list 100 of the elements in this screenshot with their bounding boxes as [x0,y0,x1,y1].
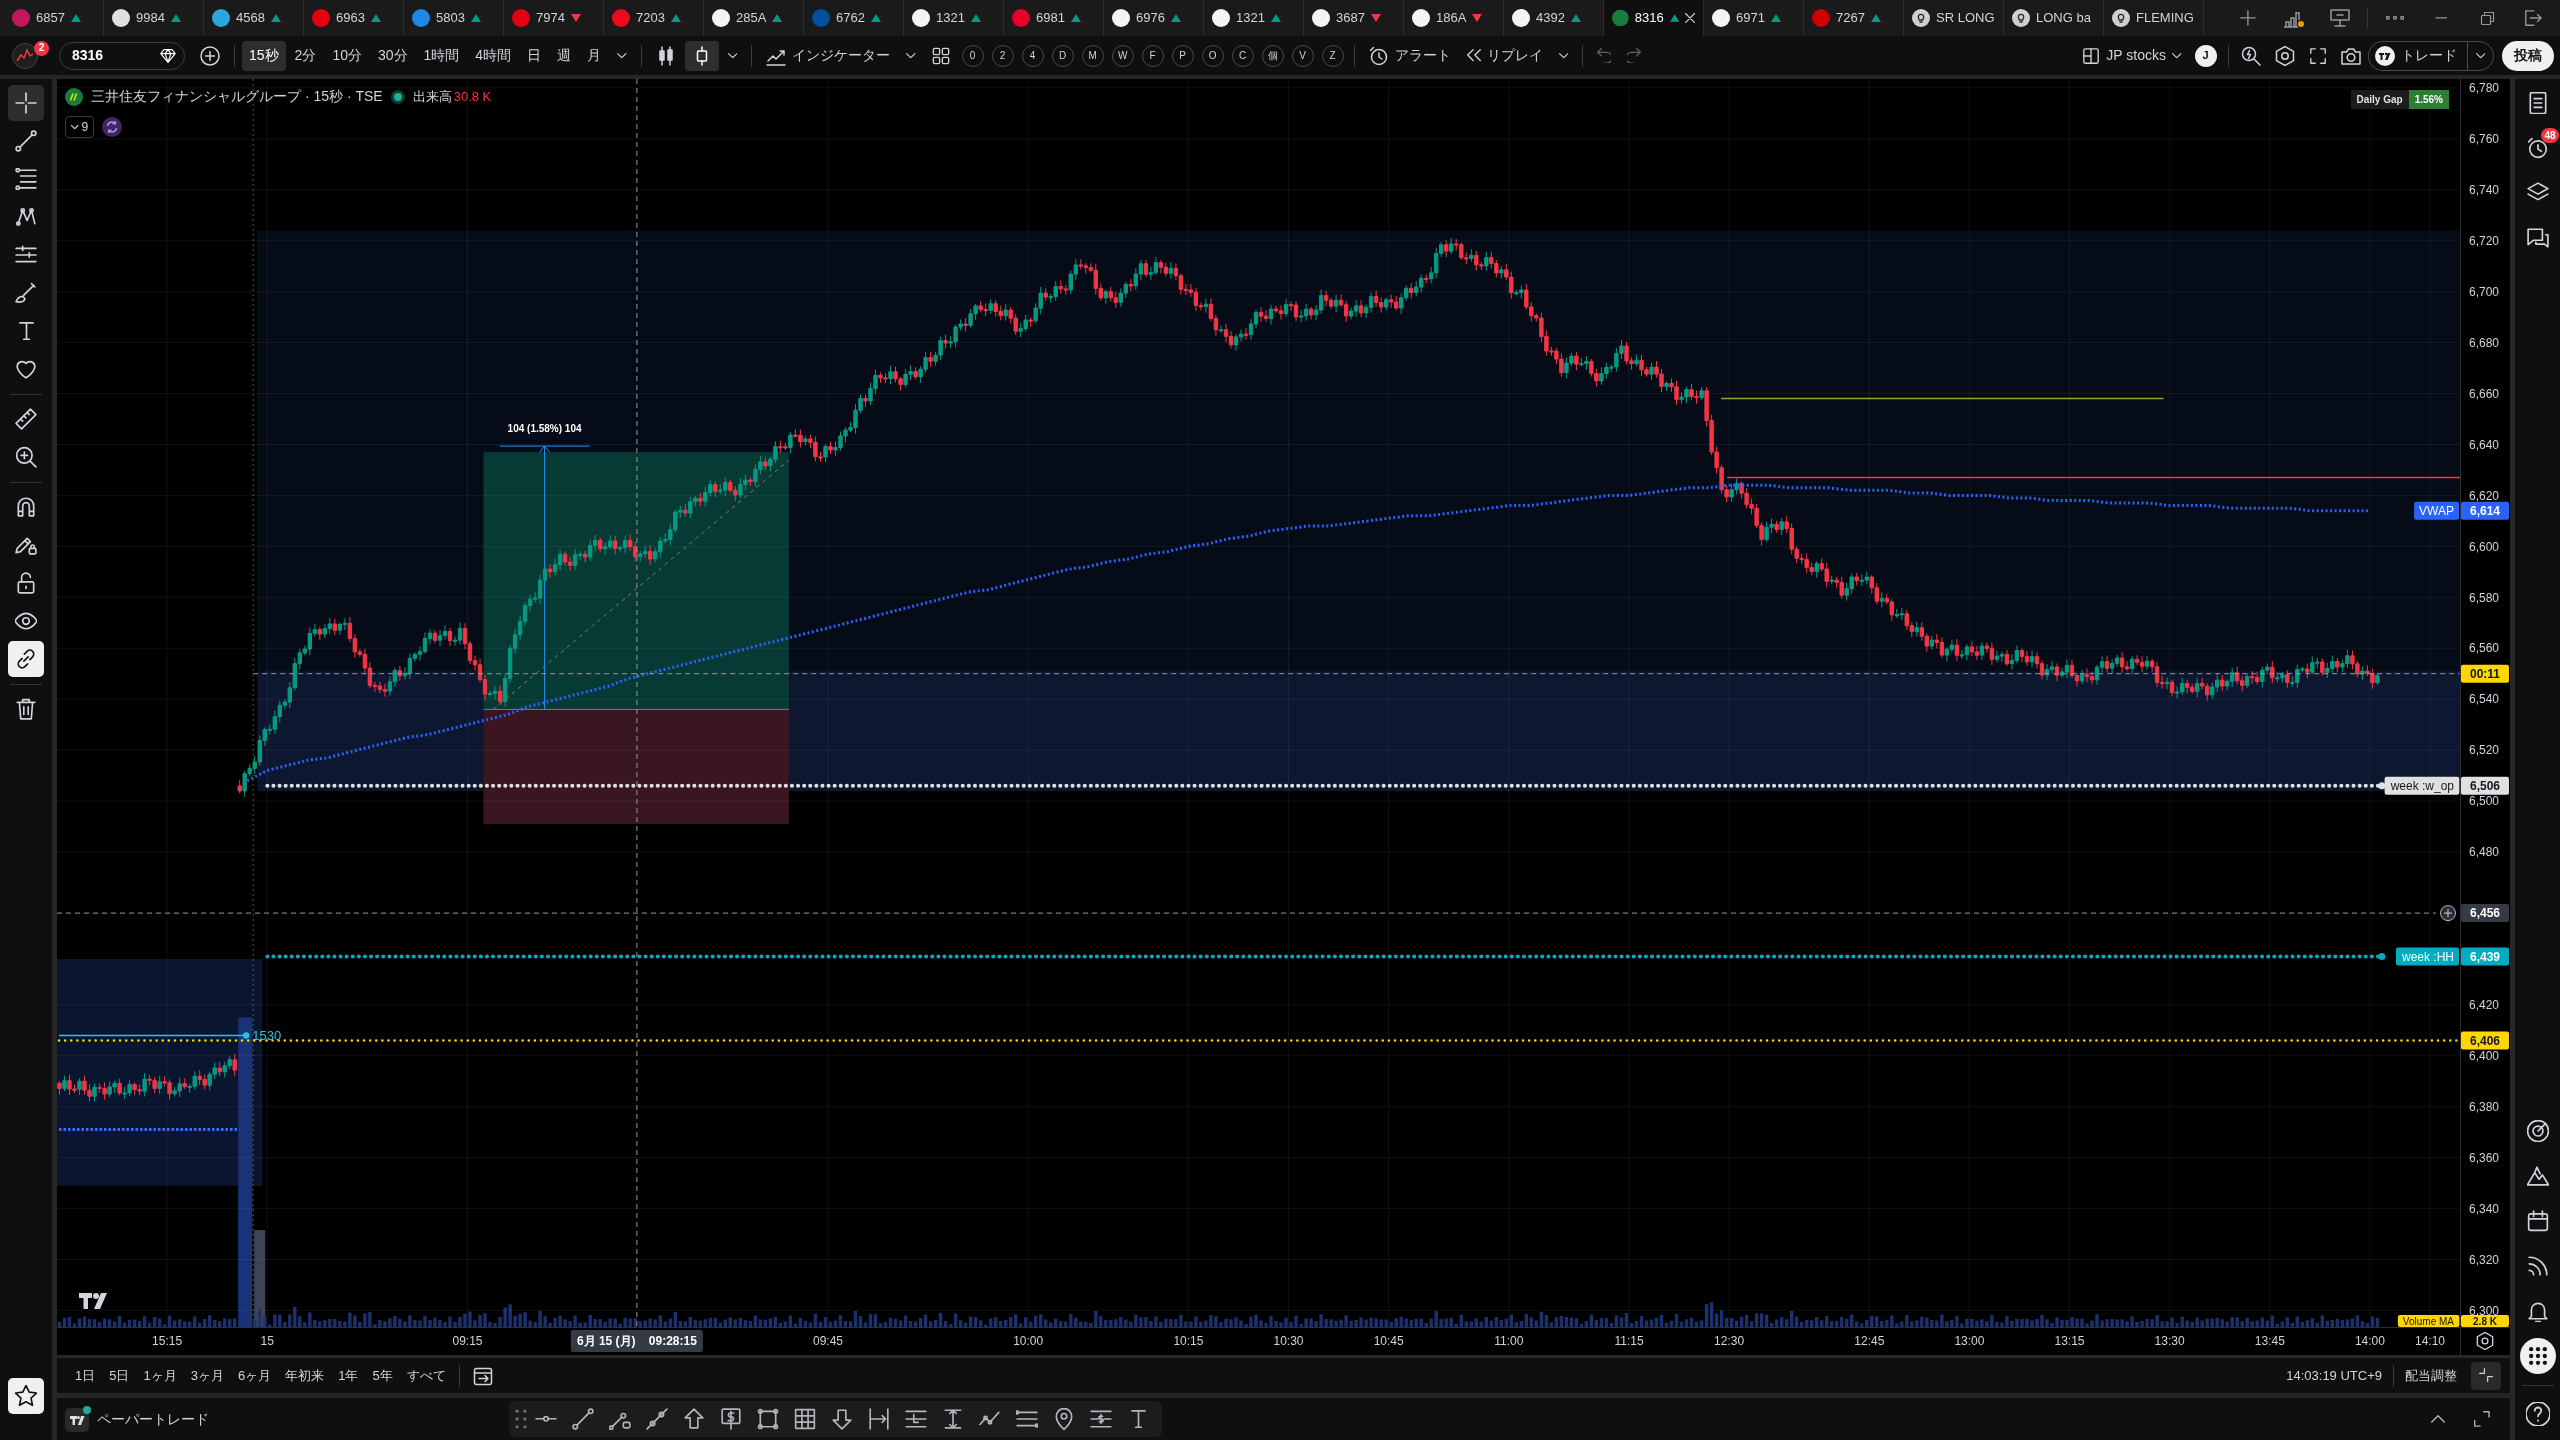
maximize-icon [2474,1411,2490,1427]
chevron-icon [906,52,916,59]
alarm-clock-icon [1368,45,1389,66]
sync-icon [102,117,123,137]
range-button[interactable]: 5年 [366,1361,399,1390]
interval-button[interactable]: 2分 [287,40,324,71]
magnet-icon [15,496,37,518]
four-squares-icon [931,46,950,65]
tv-logo-icon [2374,45,2395,66]
heart-icon [15,358,37,380]
eye-icon [15,610,37,632]
time-axis-label: 12:30 [1714,1334,1745,1348]
price-axis-label: 6,340 [2469,1201,2500,1216]
interval-button[interactable]: 日 [520,40,549,71]
price-axis-label: 6,620 [2469,488,2500,503]
interval-button[interactable]: 30分 [370,40,415,71]
diagonal-line-icon [572,1408,594,1430]
interval-button[interactable]: 10分 [325,40,369,71]
line-label: 1530 [252,1027,282,1043]
sync-drawings-button[interactable] [8,641,44,677]
price-axis-label: 6,640 [2469,437,2500,452]
close-tab-button[interactable] [1684,12,1695,24]
interval-button[interactable]: 週 [550,40,579,71]
horizontal-levels-icon [905,1408,927,1430]
price-axis-label: 6,740 [2469,183,2500,197]
range-button[interactable]: 1日 [69,1361,102,1390]
range-button[interactable]: すべて [400,1361,452,1390]
zigzag-pattern-icon [15,206,37,228]
paper-trading-tab[interactable]: ペーパートレード [91,1408,215,1430]
symbol-tab[interactable]: 8316 [1604,0,1704,36]
crosshair-time-label: 09:28:15 [648,1334,697,1348]
ruler-icon [15,408,37,430]
alerts-button[interactable]: 48 [2519,130,2556,166]
brush-icon [15,282,37,304]
down-arrow-icon [831,1408,853,1430]
chart-style-button[interactable] [684,40,719,71]
crosshair-date-label: 6月 15 (月) [576,1334,636,1348]
chevron-icon [617,52,627,59]
indicators-button[interactable]: インジケーター [759,40,898,71]
cursor-tool-button[interactable] [8,85,44,121]
replay-button[interactable]: リプレイ [1459,40,1550,71]
interval-button[interactable]: 4時間 [468,40,519,71]
time-axis-label: 14:10 [2415,1334,2445,1348]
time-axis-label: 13:15 [2054,1334,2085,1348]
settings-icon[interactable] [2477,1332,2493,1350]
camera-icon [2340,45,2361,66]
time-axis-label: 15 [260,1334,274,1348]
time-axis-label: 09:15 [452,1334,483,1348]
restore-icon [2479,10,2495,26]
zoom-in-icon [15,446,37,468]
close-icon [1684,12,1695,24]
price-axis-label: 6,500 [2469,794,2500,809]
favorites-toolbar-button[interactable] [8,1378,44,1414]
time-axis-label: 14:00 [2354,1334,2385,1348]
interval-button[interactable]: 1時間 [416,40,467,71]
star-icon [15,1385,37,1407]
drag-handle-icon[interactable] [515,1409,527,1429]
dividend-adjust-button[interactable]: 配当調整 [2399,1361,2463,1390]
time-axis-label: 11:00 [1494,1334,1524,1348]
chevron-icon [727,52,738,59]
date-range-icon [868,1408,890,1430]
range-button[interactable]: 年初来 [279,1361,331,1390]
range-button[interactable]: 1ヶ月 [137,1361,183,1390]
publish-button[interactable]: 投稿 [2502,40,2554,71]
price-axis-label: 6,480 [2469,845,2500,860]
daily-gap-value: 1.56% [2408,90,2449,109]
profile-button[interactable]: 2 [8,40,47,71]
price-axis-label: 6,380 [2469,1099,2500,1114]
interval-button[interactable]: 月 [580,40,609,71]
range-button[interactable]: 6ヶ月 [231,1361,278,1390]
up-arrow-icon [683,1408,705,1430]
timezone-button[interactable]: 14:03:19 UTC+9 [2280,1361,2388,1390]
rectangle-icon [757,1408,779,1430]
crosshair-icon [15,92,37,114]
table-grid-icon [794,1408,816,1430]
horizontal-levels-icon [15,168,37,190]
collapse-legend-button[interactable]: 9 [65,116,95,138]
dots-icon [2386,16,2404,20]
volume-label: 出来高 [412,87,452,106]
range-button[interactable]: 1年 [332,1361,365,1390]
account-button[interactable]: J [2194,44,2217,67]
price-tag: 6,439 [2461,947,2509,966]
time-axis-label: 13:00 [1954,1334,1985,1348]
settings-icon [2274,45,2295,66]
collapse-button[interactable] [2471,1361,2501,1390]
line-name-tag: week :HH [2396,947,2459,966]
range-button[interactable]: 3ヶ月 [184,1361,230,1390]
interval-button[interactable]: 15秒 [242,40,286,71]
range-button[interactable]: 5日 [103,1361,136,1390]
chat-bubbles-icon [2526,227,2549,249]
text-icon [1130,1409,1146,1429]
time-axis-label: 15:15 [152,1334,183,1348]
chevron-icon [71,124,79,130]
price-axis-label: 6,720 [2469,233,2500,248]
products-button[interactable] [2519,1338,2556,1374]
layout-menu-button[interactable]: JP stocks [2075,40,2189,71]
alert-button[interactable]: アラート [1361,40,1458,71]
time-axis-label: 10:45 [1373,1334,1404,1348]
extended-line-icon [646,1408,668,1430]
time-axis-label: 10:00 [1013,1334,1044,1348]
